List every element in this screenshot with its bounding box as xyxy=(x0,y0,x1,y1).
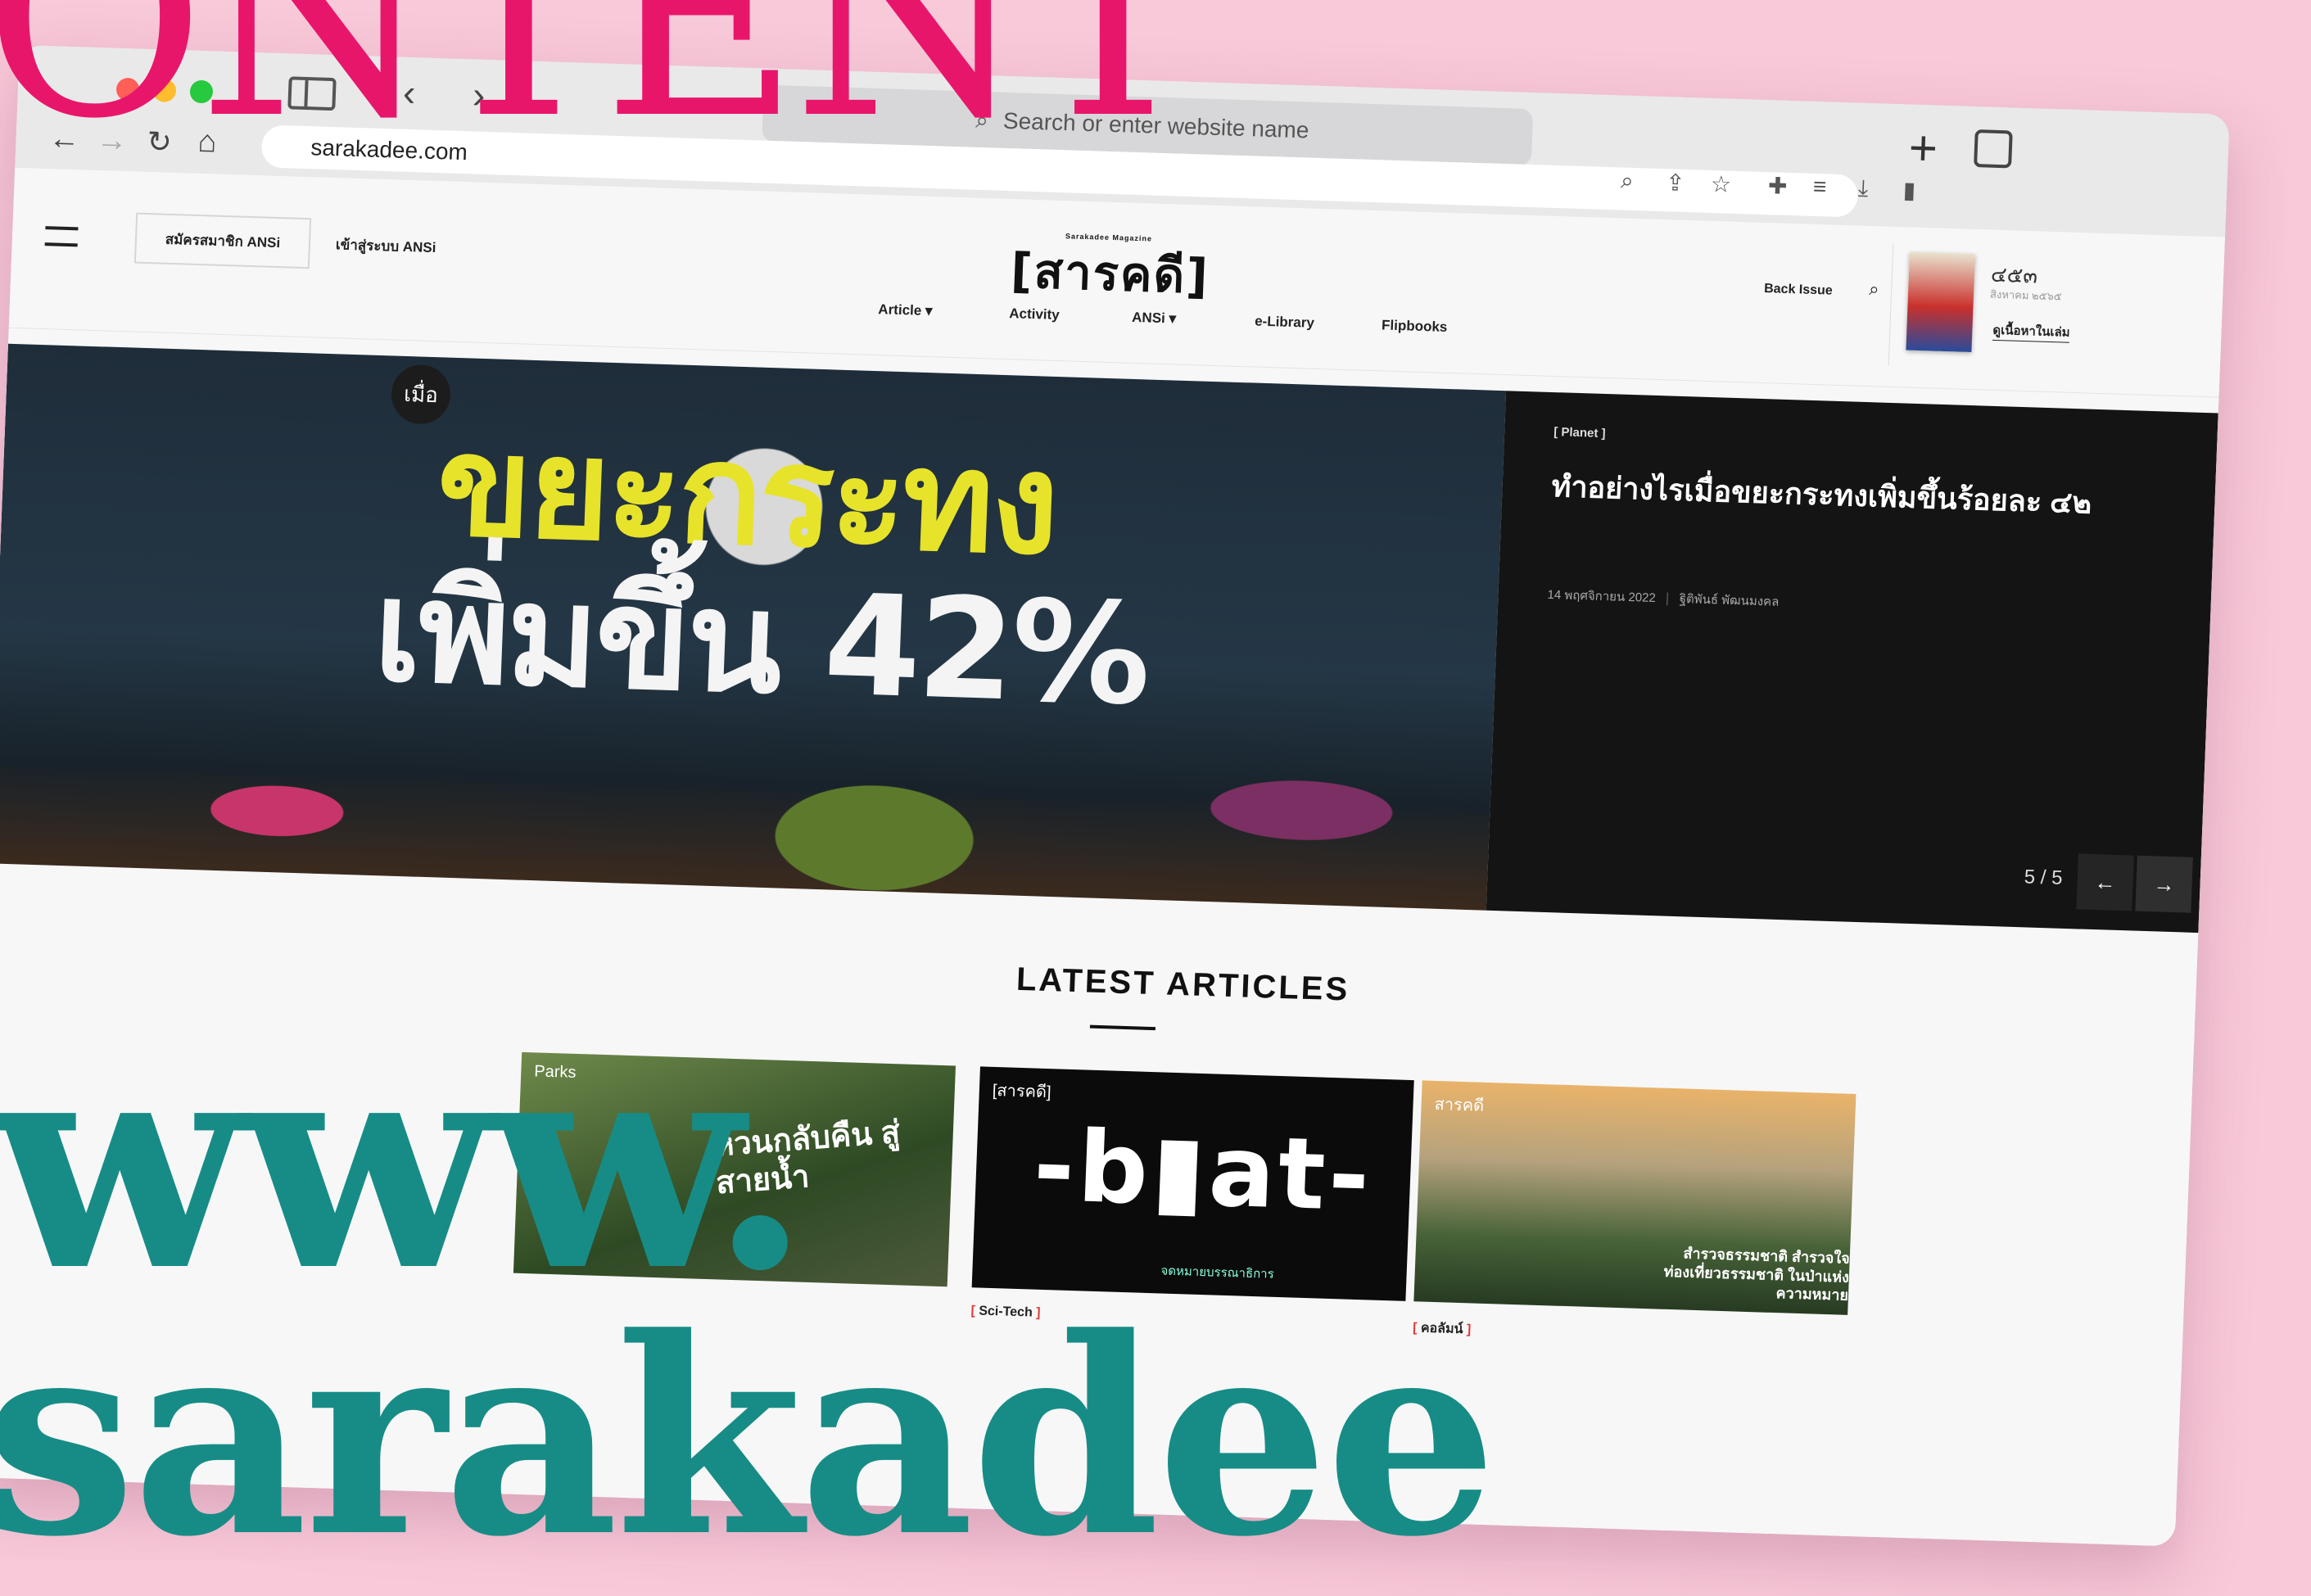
hero-slider: เมื่อ ขยะกระทง เพิ่มขึ้น 42% [ Planet ] … xyxy=(0,343,2218,934)
nav-item-elibrary[interactable]: e-Library xyxy=(1255,314,1314,332)
search-icon[interactable]: ⌕ xyxy=(1869,278,1879,300)
background-word-top: ONTENT xyxy=(0,0,1203,178)
extension-icon[interactable]: ✚ xyxy=(1767,172,1788,200)
zoom-icon[interactable]: ⌕ xyxy=(1620,168,1635,195)
nav-item-flipbooks[interactable]: Flipbooks xyxy=(1382,317,1448,336)
hamburger-menu-icon[interactable] xyxy=(44,226,79,247)
tabs-overview-icon[interactable] xyxy=(1974,129,2013,169)
slider-prev-button[interactable]: ← xyxy=(2076,853,2134,911)
slider-next-button[interactable]: → xyxy=(2135,855,2193,913)
card-overlay-text: -b▮at- xyxy=(1031,1109,1375,1234)
background-word-middle: www. xyxy=(0,989,812,1336)
share-icon[interactable]: ⇪ xyxy=(1665,169,1685,197)
back-issue-link[interactable]: Back Issue xyxy=(1764,282,1833,299)
hero-meta: 14 พฤศจิกายน 2022 ฐิติพันธ์ พัฒนมงคล xyxy=(1547,585,1780,612)
card-brand: สารคดี xyxy=(1434,1095,1485,1115)
hero-category[interactable]: [ Planet ] xyxy=(1553,425,1606,441)
login-link[interactable]: เข้าสู่ระบบ ANSi xyxy=(335,233,436,259)
card-brand: [สารคดี] xyxy=(992,1081,1051,1102)
hero-image-subheadline: เพิ่มขึ้น 42% xyxy=(371,550,1151,737)
download-icon[interactable]: ⤓ xyxy=(1857,175,1869,202)
hero-caption-panel: [ Planet ] ทำอย่างไรเมื่อขยะกระทงเพิ่มขึ… xyxy=(1486,391,2218,934)
chevron-down-icon: ▾ xyxy=(925,302,933,319)
hero-author[interactable]: ฐิติพันธ์ พัฒนมงคล xyxy=(1679,592,1779,609)
nav-item-article[interactable]: Article ▾ xyxy=(878,301,933,319)
hero-date: 14 พฤศจิกายน 2022 xyxy=(1547,587,1657,606)
new-tab-icon[interactable]: + xyxy=(1908,120,1939,177)
sidebar-right-icon[interactable]: ▮ xyxy=(1902,176,1916,203)
background-word-bottom: sarakadee xyxy=(0,1278,1497,1596)
reading-list-icon[interactable]: ≡ xyxy=(1812,174,1827,200)
hero-title[interactable]: ทำอย่างไรเมื่อขยะกระทงเพิ่มขึ้นร้อยละ ๔๒ xyxy=(1551,462,2142,529)
chevron-down-icon: ▾ xyxy=(1169,310,1177,327)
slide-counter: 5 / 5 xyxy=(2024,866,2064,889)
article-card-image[interactable]: [สารคดี] -b▮at- จดหมายบรรณาธิการ xyxy=(971,1066,1414,1301)
latest-articles-heading: LATEST ARTICLES xyxy=(1015,961,1350,1008)
hero-image[interactable]: เมื่อ ขยะกระทง เพิ่มขึ้น 42% xyxy=(0,343,1507,911)
nav-item-activity[interactable]: Activity xyxy=(1009,305,1060,323)
heading-divider xyxy=(1089,1024,1156,1031)
card-overlay-text: สำรวจธรรมชาติ สำรวจใจ ท่องเที่ยวธรรมชาติ… xyxy=(1663,1245,1851,1304)
issue-date: สิงหาคม ๒๕๖๕ xyxy=(1989,287,2062,303)
register-button[interactable]: สมัครสมาชิก ANSi xyxy=(133,212,312,269)
star-icon[interactable]: ☆ xyxy=(1710,170,1731,198)
nav-item-ansi[interactable]: ANSi ▾ xyxy=(1132,310,1177,328)
